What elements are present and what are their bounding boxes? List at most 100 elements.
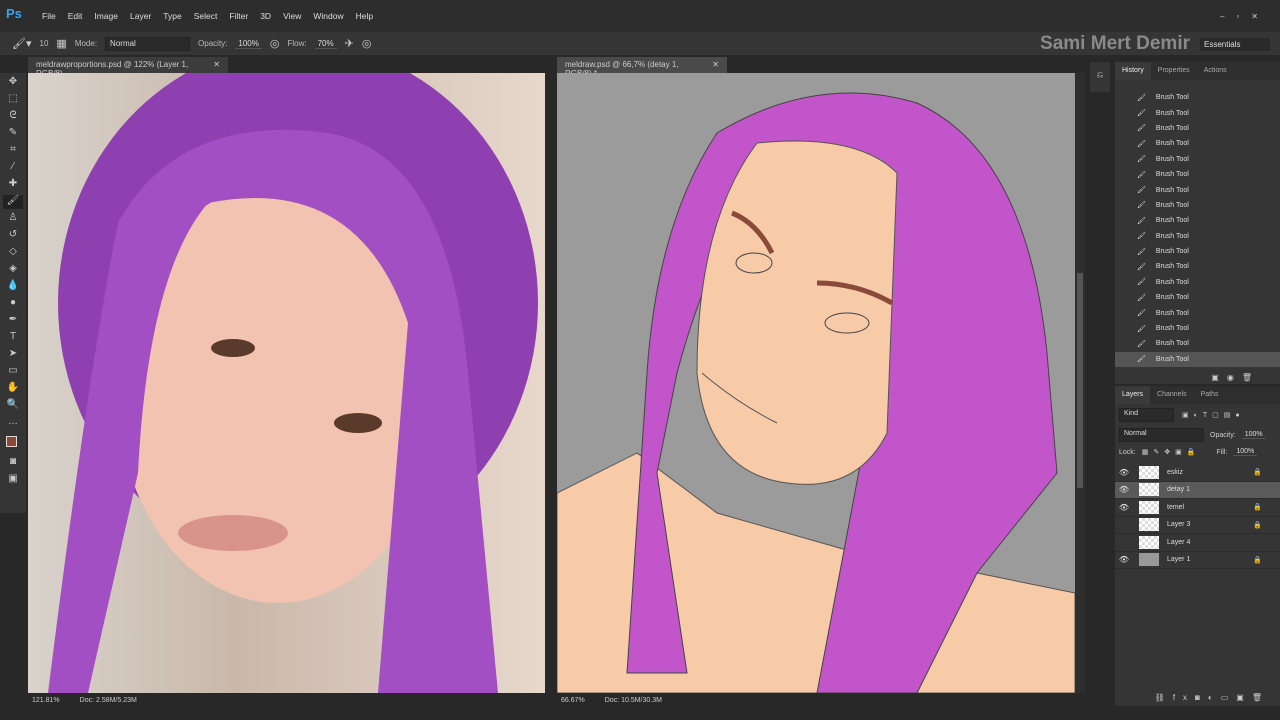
history-item[interactable]: 🖌 Brush Tool: [1115, 321, 1280, 336]
tab-layers[interactable]: Layers: [1115, 386, 1151, 404]
pressure-size-icon[interactable]: ◎: [362, 37, 372, 50]
history-item[interactable]: 🖌 Brush Tool: [1115, 351, 1280, 368]
pressure-opacity-icon[interactable]: ◎: [270, 37, 280, 50]
eyedropper-icon[interactable]: ⁄: [12, 161, 14, 175]
path-select-icon[interactable]: ➤: [9, 348, 17, 362]
brush-panel-icon[interactable]: ▦: [56, 37, 66, 50]
blend-mode-select[interactable]: Normal: [1119, 428, 1204, 442]
quick-select-icon[interactable]: ✎: [9, 127, 17, 141]
airbrush-icon[interactable]: ✈: [345, 37, 354, 50]
history-item[interactable]: 🖌 Brush Tool: [1115, 105, 1280, 120]
visibility-eye-icon[interactable]: 👁: [1115, 555, 1133, 564]
visibility-eye-icon[interactable]: 👁: [1115, 503, 1133, 512]
menu-edit[interactable]: Edit: [62, 11, 89, 21]
layer-opacity-input[interactable]: 100%: [1241, 431, 1266, 439]
layer-name[interactable]: Layer 4: [1167, 539, 1190, 546]
history-item[interactable]: 🖌 Brush Tool: [1115, 182, 1280, 197]
menu-view[interactable]: View: [277, 11, 307, 21]
eraser-icon[interactable]: ◇: [9, 246, 17, 260]
pen-tool-icon[interactable]: ✒: [9, 314, 17, 328]
mode-select[interactable]: Normal: [105, 36, 191, 51]
filter-icons[interactable]: ▣◐T▢▤●: [1182, 411, 1245, 419]
layer-actions[interactable]: ⛓fx◙◐▭▣🗑: [1155, 693, 1270, 702]
layer-row[interactable]: Layer 3 🔒: [1115, 517, 1280, 534]
history-item[interactable]: 🖌 Brush Tool: [1115, 244, 1280, 259]
history-item[interactable]: 🖌 Brush Tool: [1115, 136, 1280, 151]
menu-filter[interactable]: Filter: [223, 11, 254, 21]
visibility-eye-icon[interactable]: 👁: [1115, 485, 1133, 494]
history-item[interactable]: 🖌 Brush Tool: [1115, 275, 1280, 290]
menu-3d[interactable]: 3D: [254, 11, 277, 21]
brush-size[interactable]: 10: [40, 39, 49, 48]
quick-mask-icon[interactable]: ◙: [10, 456, 16, 470]
crop-tool-icon[interactable]: ⌗: [10, 144, 16, 158]
menu-type[interactable]: Type: [157, 11, 187, 21]
tab-channels[interactable]: Channels: [1150, 386, 1194, 404]
flow-input[interactable]: 70%: [314, 39, 337, 49]
opacity-input[interactable]: 100%: [235, 39, 262, 49]
menu-select[interactable]: Select: [188, 11, 224, 21]
history-item[interactable]: 🖌 Brush Tool: [1115, 229, 1280, 244]
history-brush-icon[interactable]: ↺: [9, 229, 17, 243]
history-panel-icon[interactable]: ⎌: [1090, 62, 1110, 92]
blur-tool-icon[interactable]: 💧: [7, 280, 19, 294]
color-swatches[interactable]: [3, 433, 23, 453]
history-item[interactable]: 🖌 Brush Tool: [1115, 259, 1280, 274]
zoom-level[interactable]: 121.81%: [32, 697, 60, 705]
history-item[interactable]: 🖌 Brush Tool: [1115, 167, 1280, 182]
lasso-tool-icon[interactable]: ᘓ: [9, 110, 16, 124]
tab-doc1[interactable]: meldrawproportions.psd @ 122% (Layer 1, …: [28, 57, 228, 78]
close-icon[interactable]: ✕: [712, 60, 719, 70]
tab-properties[interactable]: Properties: [1151, 62, 1197, 80]
history-item[interactable]: 🖌 Brush Tool: [1115, 121, 1280, 136]
tab-doc2[interactable]: meldraw.psd @ 66,7% (detay 1, RGB/8) * ✕: [557, 57, 727, 78]
filter-kind-select[interactable]: Kind: [1119, 408, 1174, 422]
canvas-doc2[interactable]: [557, 73, 1075, 693]
layer-name[interactable]: Layer 1: [1167, 556, 1190, 563]
layer-name[interactable]: temel: [1167, 504, 1184, 511]
history-actions[interactable]: ▣◉🗑: [1211, 373, 1260, 382]
clone-stamp-icon[interactable]: ♙: [9, 212, 18, 226]
history-item[interactable]: 🖌 Brush Tool: [1115, 336, 1280, 351]
type-tool-icon[interactable]: T: [10, 331, 16, 345]
zoom-level[interactable]: 66.67%: [561, 697, 585, 705]
history-item[interactable]: 🖌 Brush Tool: [1115, 152, 1280, 167]
tab-history[interactable]: History: [1115, 62, 1151, 80]
menu-file[interactable]: File: [36, 11, 62, 21]
history-item[interactable]: 🖌 Brush Tool: [1115, 290, 1280, 305]
close-icon[interactable]: ✕: [213, 60, 220, 70]
history-item[interactable]: 🖌 Brush Tool: [1115, 305, 1280, 320]
screen-mode-icon[interactable]: ▣: [8, 473, 17, 487]
dodge-tool-icon[interactable]: ●: [10, 297, 16, 311]
paint-bucket-icon[interactable]: ◈: [9, 263, 17, 277]
brush-icon[interactable]: 🖌▾: [12, 37, 32, 50]
layer-row[interactable]: 👁 detay 1: [1115, 481, 1280, 499]
move-tool-icon[interactable]: ✥: [9, 76, 17, 90]
history-item[interactable]: 🖌 Brush Tool: [1115, 90, 1280, 105]
vertical-scrollbar[interactable]: [1075, 73, 1085, 693]
layer-name[interactable]: Layer 3: [1167, 521, 1190, 528]
zoom-tool-icon[interactable]: 🔍: [7, 399, 19, 413]
marquee-tool-icon[interactable]: ⬚: [8, 93, 17, 107]
lock-icons[interactable]: ▦✎✥▣🔒: [1142, 448, 1201, 456]
layer-row[interactable]: Layer 4: [1115, 534, 1280, 552]
layer-row[interactable]: 👁 eskiz 🔒: [1115, 464, 1280, 482]
brush-tool-icon[interactable]: 🖌: [3, 195, 23, 209]
canvas-doc1[interactable]: [28, 73, 545, 693]
visibility-eye-icon[interactable]: 👁: [1115, 468, 1133, 477]
tab-paths[interactable]: Paths: [1194, 386, 1226, 404]
healing-brush-icon[interactable]: ✚: [9, 178, 17, 192]
history-item[interactable]: 🖌 Brush Tool: [1115, 198, 1280, 213]
rectangle-tool-icon[interactable]: ▭: [8, 365, 17, 379]
fill-input[interactable]: 100%: [1233, 448, 1258, 456]
layer-row[interactable]: 👁 Layer 1 🔒: [1115, 552, 1280, 569]
more-tools-icon[interactable]: …: [8, 416, 18, 430]
layer-name[interactable]: eskiz: [1167, 469, 1183, 476]
tab-actions[interactable]: Actions: [1197, 62, 1234, 80]
menu-image[interactable]: Image: [88, 11, 124, 21]
hand-tool-icon[interactable]: ✋: [7, 382, 19, 396]
menu-window[interactable]: Window: [307, 11, 349, 21]
layer-name[interactable]: detay 1: [1167, 486, 1190, 493]
menu-help[interactable]: Help: [350, 11, 379, 21]
layer-row[interactable]: 👁 temel 🔒: [1115, 499, 1280, 517]
